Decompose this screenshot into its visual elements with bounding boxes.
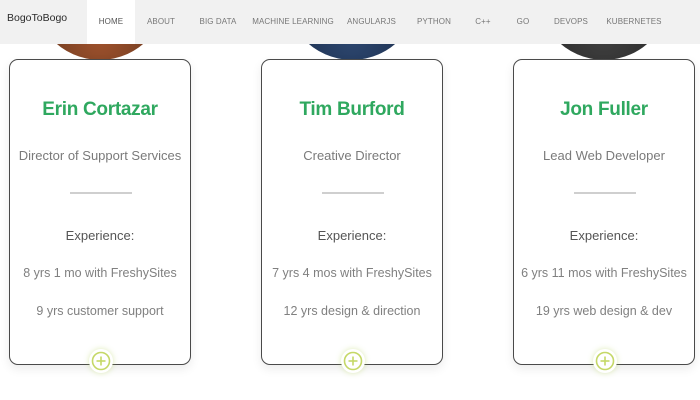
nav-item-home[interactable]: Home <box>87 0 135 44</box>
member-name: Tim Burford <box>299 99 405 120</box>
member-role: Director of Support Services <box>18 148 182 163</box>
expand-button[interactable] <box>341 349 365 373</box>
experience-line: 19 yrs web design & dev <box>535 304 673 318</box>
expand-button[interactable] <box>89 349 113 373</box>
nav-item-big-data[interactable]: Big Data <box>193 0 243 44</box>
brand-logo[interactable]: BogoToBogo <box>7 12 67 24</box>
experience-line: 6 yrs 11 mos with FreshySites <box>521 266 687 280</box>
team-card: Jon Fuller Lead Web Developer Experience… <box>513 59 695 373</box>
nav-item-python[interactable]: Python <box>412 0 456 44</box>
divider <box>322 192 384 194</box>
experience-line: 8 yrs 1 mo with FreshySites <box>23 266 177 280</box>
team-card: Tim Burford Creative Director Experience… <box>261 59 443 373</box>
plus-circle-icon <box>595 351 615 371</box>
member-role: Lead Web Developer <box>543 148 665 163</box>
experience-line: 7 yrs 4 mos with FreshySites <box>272 266 432 280</box>
plus-circle-icon <box>91 351 111 371</box>
expand-button[interactable] <box>593 349 617 373</box>
divider <box>70 192 132 194</box>
nav-item-about[interactable]: About <box>140 0 182 44</box>
nav-item-cpp[interactable]: C++ <box>468 0 498 44</box>
experience-heading: Experience: <box>65 228 135 243</box>
plus-circle-icon <box>343 351 363 371</box>
team-card: Erin Cortazar Director of Support Servic… <box>9 59 191 373</box>
nav-item-devops[interactable]: DevOps <box>550 0 592 44</box>
divider <box>574 192 636 194</box>
member-name: Jon Fuller <box>560 99 648 120</box>
nav-item-kubernetes[interactable]: Kubernetes <box>606 0 662 44</box>
top-navbar: BogoToBogo Home About Big Data Machine L… <box>0 0 700 44</box>
member-name: Erin Cortazar <box>42 99 158 120</box>
experience-line: 9 yrs customer support <box>36 304 164 318</box>
member-role: Creative Director <box>303 148 401 163</box>
nav-item-machine-learning[interactable]: Machine Learning <box>252 0 334 44</box>
experience-heading: Experience: <box>569 228 639 243</box>
experience-heading: Experience: <box>317 228 387 243</box>
nav-item-go[interactable]: go <box>509 0 537 44</box>
experience-line: 12 yrs design & direction <box>283 304 421 318</box>
nav-item-angularjs[interactable]: AngularJS <box>347 0 396 44</box>
